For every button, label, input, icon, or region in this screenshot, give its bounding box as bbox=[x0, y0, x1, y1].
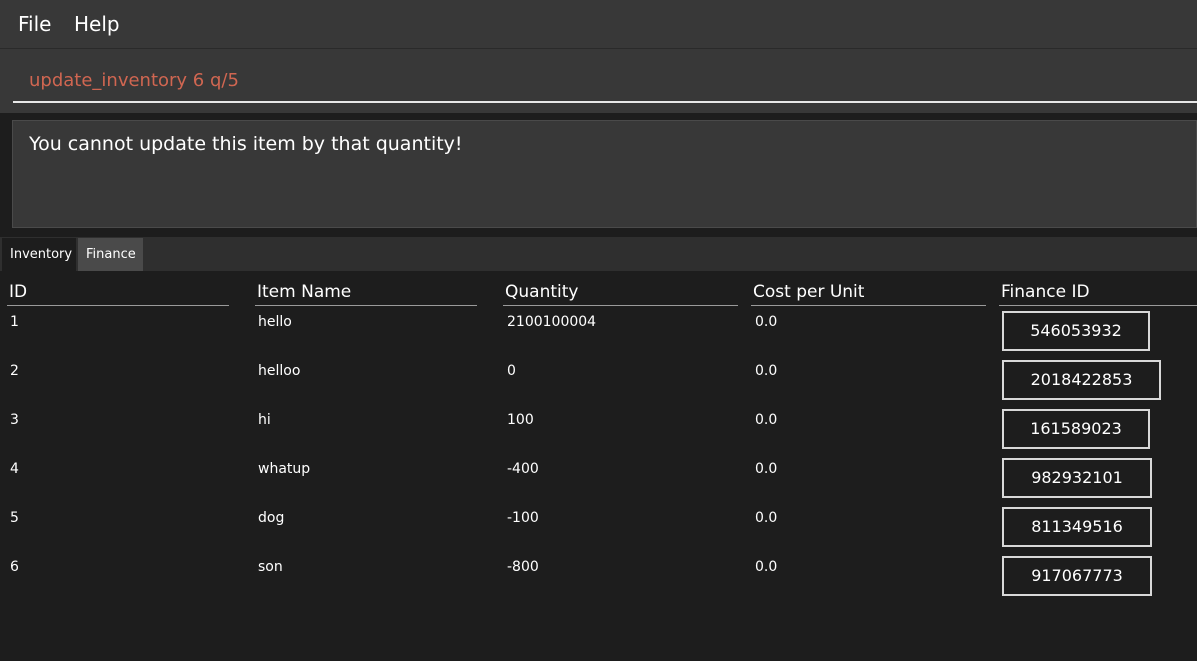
cell-item-name: hello bbox=[258, 314, 292, 330]
cell-quantity: 100 bbox=[507, 412, 534, 428]
cell-id: 3 bbox=[10, 412, 19, 428]
header-item-name[interactable]: Item Name bbox=[255, 282, 477, 306]
command-area bbox=[0, 49, 1197, 113]
cell-id: 6 bbox=[10, 559, 19, 575]
cell-id: 2 bbox=[10, 363, 19, 379]
cell-item-name: son bbox=[258, 559, 283, 575]
header-cost-per-unit[interactable]: Cost per Unit bbox=[751, 282, 986, 306]
cell-cost: 0.0 bbox=[755, 510, 778, 526]
cell-cost: 0.0 bbox=[755, 412, 778, 428]
finance-id-button[interactable]: 982932101 bbox=[1002, 458, 1152, 498]
cell-item-name: whatup bbox=[258, 461, 311, 477]
cell-id: 1 bbox=[10, 314, 19, 330]
cell-quantity: -400 bbox=[507, 461, 539, 477]
menu-file[interactable]: File bbox=[18, 12, 51, 36]
cell-cost: 0.0 bbox=[755, 461, 778, 477]
result-message: You cannot update this item by that quan… bbox=[29, 133, 463, 155]
finance-id-button[interactable]: 2018422853 bbox=[1002, 360, 1161, 400]
tab-bar: Inventory Finance bbox=[0, 237, 1197, 271]
cell-quantity: -800 bbox=[507, 559, 539, 575]
header-quantity[interactable]: Quantity bbox=[503, 282, 738, 306]
header-finance-id[interactable]: Finance ID bbox=[999, 282, 1197, 306]
cell-id: 5 bbox=[10, 510, 19, 526]
result-display: You cannot update this item by that quan… bbox=[12, 120, 1197, 228]
cell-id: 4 bbox=[10, 461, 19, 477]
finance-id-button[interactable]: 917067773 bbox=[1002, 556, 1152, 596]
cell-item-name: helloo bbox=[258, 363, 301, 379]
cell-quantity: -100 bbox=[507, 510, 539, 526]
menu-help[interactable]: Help bbox=[74, 12, 120, 36]
menu-bar: File Help bbox=[0, 0, 1197, 49]
tab-inventory[interactable]: Inventory bbox=[2, 238, 76, 271]
cell-item-name: dog bbox=[258, 510, 285, 526]
cell-cost: 0.0 bbox=[755, 314, 778, 330]
cell-quantity: 0 bbox=[507, 363, 516, 379]
command-input[interactable] bbox=[13, 59, 1197, 103]
cell-item-name: hi bbox=[258, 412, 271, 428]
cell-quantity: 2100100004 bbox=[507, 314, 597, 330]
tab-finance[interactable]: Finance bbox=[78, 238, 143, 271]
cell-cost: 0.0 bbox=[755, 559, 778, 575]
inventory-table: ID Item Name Quantity Cost per Unit Fina… bbox=[0, 271, 1197, 661]
finance-id-button[interactable]: 811349516 bbox=[1002, 507, 1152, 547]
finance-id-button[interactable]: 161589023 bbox=[1002, 409, 1150, 449]
finance-id-button[interactable]: 546053932 bbox=[1002, 311, 1150, 351]
cell-cost: 0.0 bbox=[755, 363, 778, 379]
header-id[interactable]: ID bbox=[7, 282, 229, 306]
